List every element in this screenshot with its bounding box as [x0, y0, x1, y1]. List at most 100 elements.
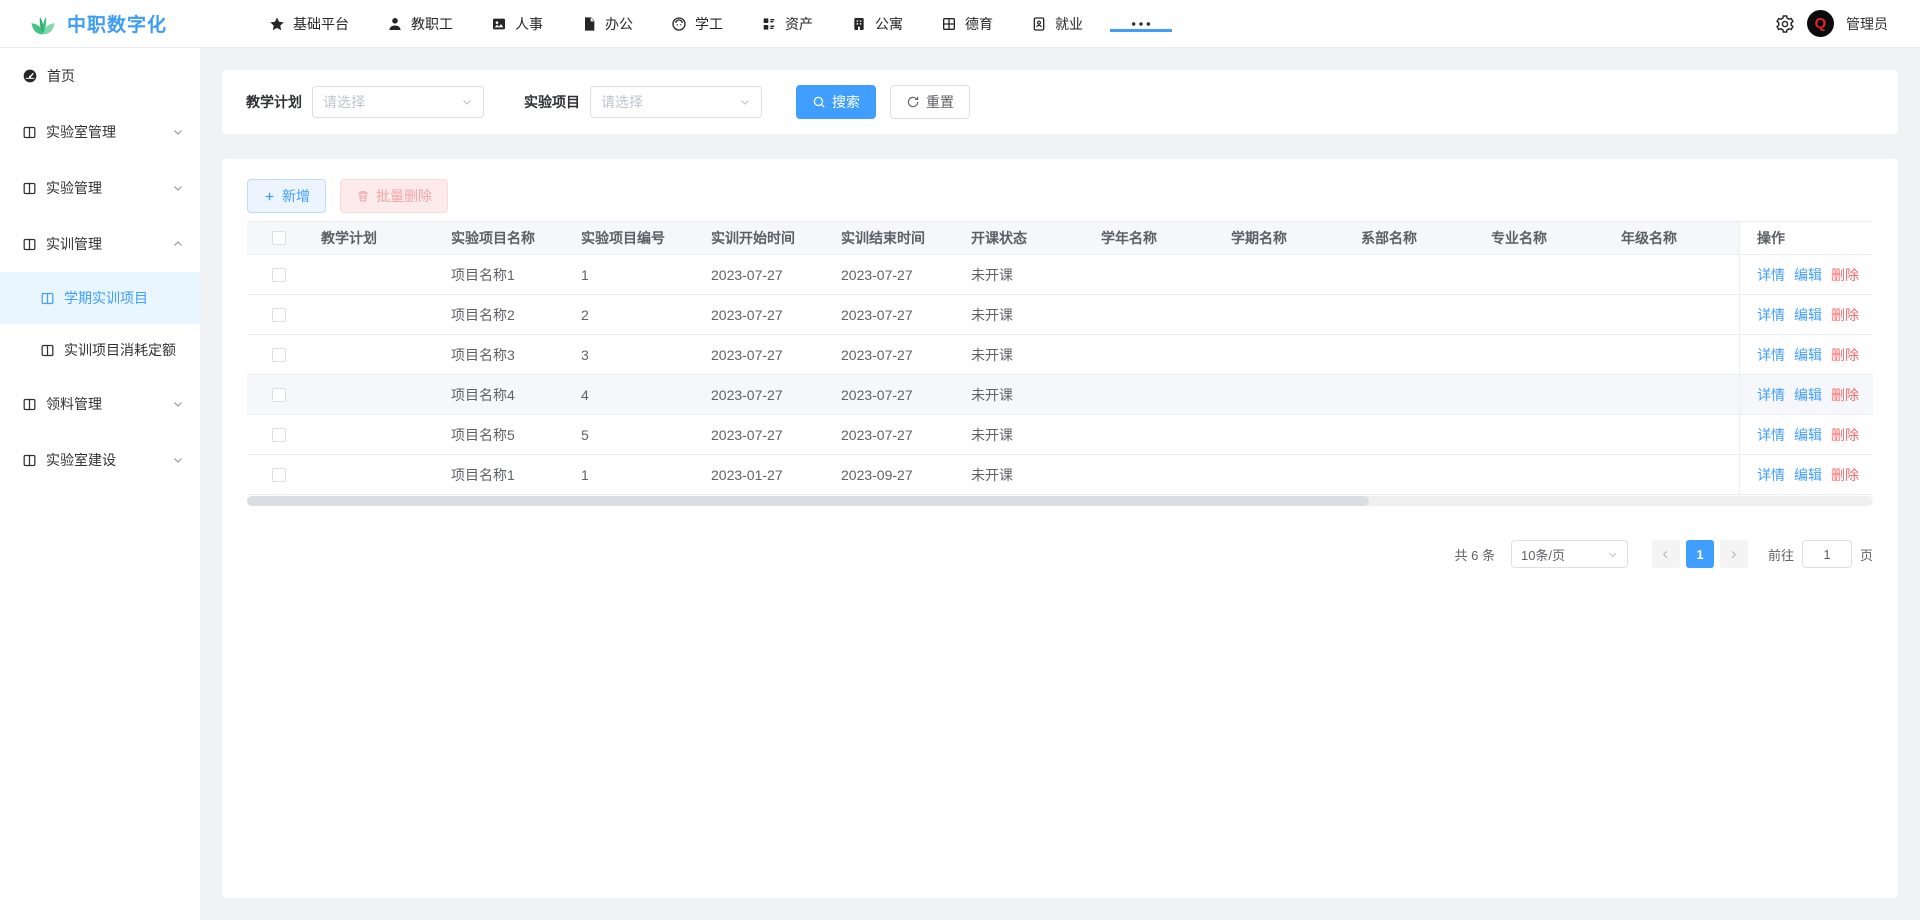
trash-icon — [356, 189, 370, 203]
detail-link[interactable]: 详情 — [1757, 465, 1785, 485]
cell-start: 2023-07-27 — [701, 307, 831, 323]
table-row[interactable]: 项目名称332023-07-272023-07-27未开课 — [247, 335, 1873, 375]
sidebar-item-4[interactable]: 实训管理 — [0, 216, 200, 272]
detail-link[interactable]: 详情 — [1757, 345, 1785, 365]
cell-end: 2023-09-27 — [831, 467, 961, 483]
cell-number: 1 — [571, 467, 701, 483]
edit-link[interactable]: 编辑 — [1794, 385, 1822, 405]
table-toolbar: 新增 批量删除 — [247, 179, 1873, 213]
sidebar-item-6[interactable]: 实训项目消耗定额 — [0, 324, 200, 376]
table-row[interactable]: 项目名称552023-07-272023-07-27未开课 — [247, 415, 1873, 455]
detail-link[interactable]: 详情 — [1757, 265, 1785, 285]
table-row[interactable]: 项目名称112023-07-272023-07-27未开课 — [247, 255, 1873, 295]
delete-link[interactable]: 删除 — [1831, 465, 1859, 485]
row-checkbox-cell — [247, 468, 311, 482]
nav-tab-label: 人事 — [515, 14, 543, 34]
row-checkbox[interactable] — [272, 268, 286, 282]
detail-link[interactable]: 详情 — [1757, 425, 1785, 445]
avatar[interactable]: Q — [1807, 10, 1834, 37]
table-card: 新增 批量删除 教学计划实验项目名称实验项目编号实训开始时间实训结束时间开课状态… — [222, 159, 1898, 898]
reset-button[interactable]: 重置 — [890, 85, 970, 119]
row-checkbox-cell — [247, 308, 311, 322]
page-button-1[interactable]: 1 — [1686, 540, 1714, 568]
chevron-down-icon — [739, 96, 751, 108]
teaching-plan-select[interactable]: 请选择 — [312, 86, 484, 118]
row-checkbox[interactable] — [272, 308, 286, 322]
nav-tab-6[interactable]: 资产 — [742, 0, 832, 47]
delete-link[interactable]: 删除 — [1831, 385, 1859, 405]
search-button[interactable]: 搜索 — [796, 85, 876, 119]
brand[interactable]: 中职数字化 — [0, 9, 210, 39]
row-checkbox[interactable] — [272, 428, 286, 442]
row-actions: 详情编辑删除 — [1757, 345, 1859, 365]
delete-link[interactable]: 删除 — [1831, 305, 1859, 325]
cell-number: 2 — [571, 307, 701, 323]
batch-delete-button[interactable]: 批量删除 — [340, 179, 448, 213]
gear-icon[interactable] — [1775, 14, 1795, 34]
row-checkbox[interactable] — [272, 468, 286, 482]
select-all-checkbox[interactable] — [272, 231, 286, 245]
table-row[interactable]: 项目名称222023-07-272023-07-27未开课 — [247, 295, 1873, 335]
more-dots-icon — [1130, 17, 1152, 31]
prev-page-button[interactable] — [1652, 540, 1680, 568]
nav-tab-label: 资产 — [785, 14, 813, 34]
row-checkbox[interactable] — [272, 348, 286, 362]
nav-tab-3[interactable]: 人事 — [472, 0, 562, 47]
edit-link[interactable]: 编辑 — [1794, 305, 1822, 325]
nav-tab-1[interactable]: 基础平台 — [250, 0, 368, 47]
horizontal-scrollbar-thumb[interactable] — [247, 496, 1369, 506]
cell-status: 未开课 — [961, 305, 1091, 325]
book-icon — [22, 237, 37, 252]
search-button-label: 搜索 — [832, 92, 860, 112]
delete-link[interactable]: 删除 — [1831, 345, 1859, 365]
row-checkbox[interactable] — [272, 388, 286, 402]
row-actions: 详情编辑删除 — [1757, 425, 1859, 445]
cell-status: 未开课 — [961, 465, 1091, 485]
delete-link[interactable]: 删除 — [1831, 425, 1859, 445]
cell-number: 3 — [571, 347, 701, 363]
nav-tab-4[interactable]: 办公 — [562, 0, 652, 47]
add-button[interactable]: 新增 — [247, 179, 326, 213]
chevron-down-icon — [172, 398, 184, 410]
column-header: 学期名称 — [1221, 228, 1351, 248]
table-row[interactable]: 项目名称112023-01-272023-09-27未开课 — [247, 455, 1873, 495]
edit-link[interactable]: 编辑 — [1794, 465, 1822, 485]
sidebar-item-2[interactable]: 实验室管理 — [0, 104, 200, 160]
nav-tab-7[interactable]: 公寓 — [832, 0, 922, 47]
book-icon — [22, 397, 37, 412]
sidebar-item-5[interactable]: 学期实训项目 — [0, 272, 200, 324]
sidebar-item-3[interactable]: 实验管理 — [0, 160, 200, 216]
table-row[interactable]: 项目名称442023-07-272023-07-27未开课 — [247, 375, 1873, 415]
sidebar: 首页实验室管理实验管理实训管理学期实训项目实训项目消耗定额领料管理实验室建设 — [0, 48, 200, 920]
row-actions: 详情编辑删除 — [1757, 305, 1859, 325]
detail-link[interactable]: 详情 — [1757, 385, 1785, 405]
nav-tab-more[interactable] — [1102, 17, 1180, 31]
search-icon — [812, 95, 826, 109]
nav-tab-2[interactable]: 教职工 — [368, 0, 472, 47]
user-name[interactable]: 管理员 — [1846, 14, 1888, 34]
nav-tab-5[interactable]: 学工 — [652, 0, 742, 47]
dashboard-icon — [22, 68, 38, 84]
sidebar-item-label: 学期实训项目 — [64, 288, 148, 308]
edit-link[interactable]: 编辑 — [1794, 265, 1822, 285]
sidebar-item-8[interactable]: 实验室建设 — [0, 432, 200, 488]
next-page-button[interactable] — [1720, 540, 1748, 568]
sidebar-item-7[interactable]: 领料管理 — [0, 376, 200, 432]
experiment-project-select[interactable]: 请选择 — [590, 86, 762, 118]
sidebar-item-1[interactable]: 首页 — [0, 48, 200, 104]
nav-tab-9[interactable]: 就业 — [1012, 0, 1102, 47]
teaching-plan-label: 教学计划 — [246, 92, 302, 112]
edit-link[interactable]: 编辑 — [1794, 345, 1822, 365]
page-size-select[interactable]: 10条/页 — [1511, 540, 1628, 568]
column-header: 实训结束时间 — [831, 228, 961, 248]
detail-link[interactable]: 详情 — [1757, 305, 1785, 325]
goto-page-input[interactable] — [1802, 540, 1852, 568]
reset-button-label: 重置 — [926, 92, 954, 112]
nav-tab-8[interactable]: 德育 — [922, 0, 1012, 47]
page-size-value: 10条/页 — [1521, 545, 1565, 564]
cell-end: 2023-07-27 — [831, 267, 961, 283]
edit-link[interactable]: 编辑 — [1794, 425, 1822, 445]
op-column-header: 操作 — [1757, 228, 1785, 248]
cell-number: 4 — [571, 387, 701, 403]
delete-link[interactable]: 删除 — [1831, 265, 1859, 285]
